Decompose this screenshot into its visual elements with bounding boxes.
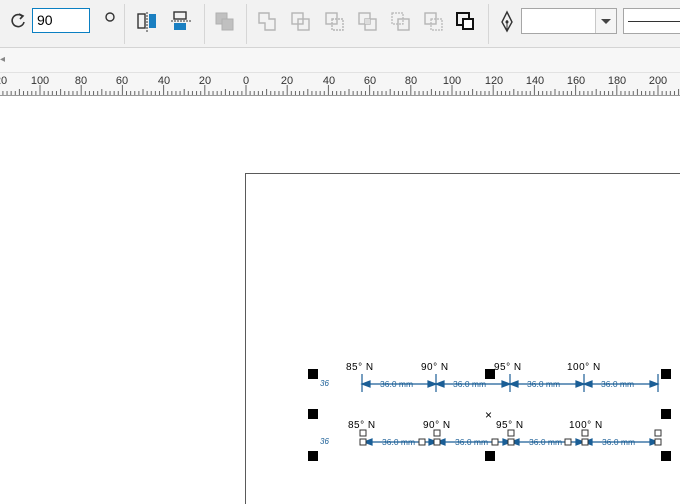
document-tab-strip: ◂: [0, 48, 680, 73]
degree-icon: [105, 12, 115, 22]
dimension-text: 36.0 mm: [382, 437, 416, 447]
chevron-down-icon[interactable]: [595, 9, 616, 33]
dimension-text: 36.0 mm: [453, 379, 487, 389]
ruler-label: 140: [525, 75, 545, 87]
ruler-label: 80: [74, 75, 88, 87]
ruler-label: 180: [607, 75, 627, 87]
ruler-label: 60: [363, 75, 377, 87]
dimension-text: 36.0 mm: [527, 379, 561, 389]
property-bar: 90: [0, 0, 680, 48]
ruler-label: 0: [242, 75, 250, 87]
ruler-label: 160: [566, 75, 586, 87]
outline-pen-icon[interactable]: [498, 10, 516, 34]
ruler-label: 40: [322, 75, 336, 87]
ruler-label: 60: [115, 75, 129, 87]
line-style-select[interactable]: [623, 8, 680, 34]
ruler-label: 20: [280, 75, 294, 87]
dimension-text: 36.0 mm: [529, 437, 563, 447]
horizontal-ruler[interactable]: 20 100 80 60 40 20 0 20 40 60 80 100 120…: [0, 73, 680, 96]
weld-icon[interactable]: [257, 11, 279, 33]
mirror-horizontal-icon[interactable]: [136, 11, 158, 33]
dimension-text: 36.0 mm: [601, 379, 635, 389]
ruler-label: 120: [484, 75, 504, 87]
ruler-label: 100: [442, 75, 462, 87]
dimension-text: 36.0 mm: [380, 379, 414, 389]
side-dimension-text: 36: [320, 379, 329, 388]
boundary-icon[interactable]: [455, 11, 477, 33]
ruler-label: 100: [30, 75, 50, 87]
ruler-label: 40: [157, 75, 171, 87]
side-dimension-text: 36: [320, 437, 329, 446]
ruler-label: 80: [404, 75, 418, 87]
outline-width-select[interactable]: [521, 8, 617, 34]
combine-icon[interactable]: [214, 11, 236, 33]
intersect-icon[interactable]: [324, 11, 346, 33]
dimension-text: 36.0 mm: [455, 437, 489, 447]
mirror-vertical-icon[interactable]: [170, 10, 192, 32]
rotation-angle-input[interactable]: 90: [32, 8, 90, 33]
ruler-label: 200: [648, 75, 668, 87]
ruler-label: 20: [0, 75, 8, 87]
close-icon[interactable]: ◂: [0, 54, 5, 65]
front-minus-back-icon[interactable]: [390, 11, 412, 33]
dimension-text: 36.0 mm: [602, 437, 636, 447]
rotate-icon: [11, 13, 25, 28]
ruler-label: 20: [198, 75, 212, 87]
trim-icon[interactable]: [290, 11, 312, 33]
back-minus-front-icon[interactable]: [423, 11, 445, 33]
simplify-icon[interactable]: [357, 11, 379, 33]
